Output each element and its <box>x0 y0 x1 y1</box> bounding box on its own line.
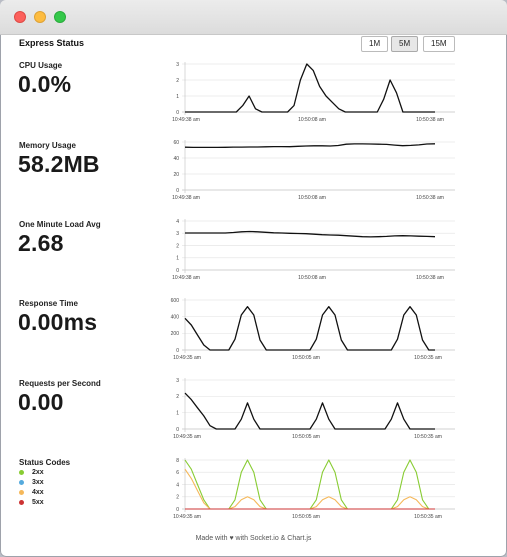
x-tick-label: 10:49:35 am <box>173 434 201 440</box>
footer-text-end: with Socket.io & Chart.js <box>235 535 312 542</box>
y-tick-label: 200 <box>171 331 180 337</box>
charts-canvas: 012310:49:38 am 10:50:08 am 10:50:38 am020… <box>171 62 455 520</box>
footer-text-start: Made with <box>195 535 228 542</box>
y-tick-label: 600 <box>171 298 180 304</box>
heart-icon: ♥ <box>229 535 234 542</box>
y-tick-label: 1 <box>176 94 179 100</box>
x-tick-label: 10:49:35 am <box>173 355 201 361</box>
x-tick-label: 10:50:08 am <box>298 195 326 201</box>
x-tick-label: 10:50:08 am <box>298 275 326 281</box>
y-tick-label: 0 <box>176 427 179 433</box>
y-tick-label: 2 <box>176 394 179 400</box>
x-tick-label: 10:50:35 am <box>414 434 442 440</box>
y-tick-label: 2 <box>176 78 179 84</box>
x-tick-label: 10:49:38 am <box>172 275 200 281</box>
y-tick-label: 3 <box>176 62 179 68</box>
series-line <box>185 63 435 113</box>
x-tick-label: 10:49:38 am <box>172 195 200 201</box>
y-tick-label: 4 <box>176 482 179 488</box>
footer: Made with ♥ with Socket.io & Chart.js <box>0 535 507 542</box>
x-tick-label: 10:50:38 am <box>416 117 444 123</box>
y-tick-label: 20 <box>173 172 179 178</box>
x-tick-label: 10:50:38 am <box>416 195 444 201</box>
x-tick-label: 10:50:38 am <box>416 275 444 281</box>
y-tick-label: 60 <box>173 140 179 146</box>
x-tick-label: 10:50:05 am <box>292 434 320 440</box>
x-tick-label: 10:49:35 am <box>173 514 201 520</box>
y-tick-label: 1 <box>176 256 179 262</box>
y-tick-label: 0 <box>176 110 179 116</box>
x-tick-label: 10:50:35 am <box>414 355 442 361</box>
y-tick-label: 0 <box>176 188 179 194</box>
y-tick-label: 8 <box>176 458 179 464</box>
y-tick-label: 4 <box>176 219 179 225</box>
series-line-4xx <box>184 468 435 510</box>
x-tick-label: 10:49:38 am <box>172 117 200 123</box>
app-window: Express Status 1M 5M 15M CPU Usage 0.0% … <box>0 0 507 557</box>
series-line <box>184 306 435 351</box>
y-tick-label: 3 <box>176 231 179 237</box>
series-line <box>185 230 436 238</box>
x-tick-label: 10:50:35 am <box>414 514 442 520</box>
y-tick-label: 6 <box>176 470 179 476</box>
y-tick-label: 0 <box>176 268 179 274</box>
y-tick-label: 2 <box>176 243 179 249</box>
series-line <box>184 392 435 430</box>
series-line <box>184 143 436 149</box>
y-tick-label: 40 <box>173 156 179 162</box>
y-tick-label: 400 <box>171 314 180 320</box>
x-tick-label: 10:50:05 am <box>292 514 320 520</box>
y-tick-label: 2 <box>176 495 179 501</box>
y-tick-label: 0 <box>176 507 179 513</box>
y-tick-label: 3 <box>176 378 179 384</box>
x-tick-label: 10:50:05 am <box>292 355 320 361</box>
y-tick-label: 1 <box>176 410 179 416</box>
x-tick-label: 10:50:08 am <box>298 117 326 123</box>
y-tick-label: 0 <box>176 348 179 354</box>
